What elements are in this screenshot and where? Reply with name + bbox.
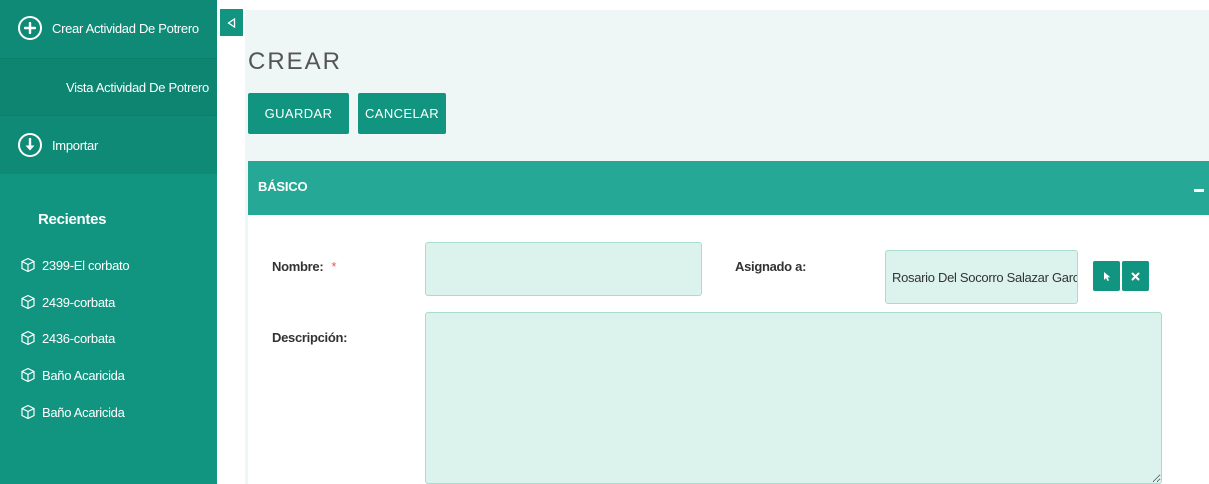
- panel-header[interactable]: BÁSICO: [248, 161, 1209, 215]
- triangle-left-icon: [227, 17, 236, 28]
- recent-item-label: 2439-corbata: [42, 294, 116, 310]
- page-title: CREAR: [248, 48, 343, 75]
- recent-item[interactable]: Baño Acaricida: [20, 367, 125, 383]
- clear-assignee-button[interactable]: [1122, 261, 1149, 291]
- cube-icon: [21, 367, 35, 383]
- recent-item[interactable]: 2399-El corbato: [20, 257, 130, 273]
- descripcion-label: Descripción:: [272, 330, 348, 345]
- asignado-field[interactable]: Rosario Del Socorro Salazar Garc: [885, 250, 1078, 304]
- select-assignee-button[interactable]: [1093, 261, 1120, 291]
- nombre-input[interactable]: [425, 242, 702, 296]
- sidebar-item-view-label: Vista Actividad De Potrero: [66, 79, 209, 95]
- asignado-label: Asignado a:: [735, 259, 807, 274]
- panel-title: BÁSICO: [258, 179, 308, 194]
- sidebar: Crear Actividad De Potrero Vista Activid…: [0, 0, 217, 484]
- descripcion-textarea[interactable]: [425, 312, 1162, 484]
- cancel-button[interactable]: CANCELAR: [358, 93, 446, 134]
- cube-icon: [21, 330, 35, 346]
- recent-item[interactable]: Baño Acaricida: [20, 404, 125, 420]
- arrow-down-circle-icon: [18, 133, 42, 157]
- recent-item[interactable]: 2436-corbata: [20, 330, 115, 346]
- recent-item[interactable]: 2439-corbata: [20, 294, 115, 310]
- recent-item-label: Baño Acaricida: [42, 367, 125, 383]
- nombre-label-text: Nombre:: [272, 259, 324, 274]
- save-button[interactable]: GUARDAR: [248, 93, 349, 134]
- cube-icon: [21, 404, 35, 420]
- required-asterisk: *: [331, 259, 337, 274]
- minus-icon[interactable]: [1192, 175, 1206, 199]
- sidebar-item-import-label: Importar: [52, 137, 99, 153]
- basic-panel: BÁSICO Nombre: * Asignado a: Rosario Del …: [248, 161, 1209, 484]
- cube-icon: [21, 257, 35, 273]
- nombre-label: Nombre: *: [272, 259, 336, 274]
- sidebar-item-create[interactable]: Crear Actividad De Potrero: [0, 8, 217, 48]
- recent-item-label: 2399-El corbato: [42, 257, 130, 273]
- cursor-arrow-icon: [1103, 271, 1110, 281]
- plus-circle-icon: [18, 16, 42, 40]
- sidebar-item-import[interactable]: Importar: [0, 120, 217, 170]
- cube-icon: [21, 294, 35, 310]
- sidebar-item-create-label: Crear Actividad De Potrero: [52, 20, 199, 36]
- recent-item-label: 2436-corbata: [42, 330, 116, 346]
- close-icon: [1131, 272, 1140, 280]
- main-content: CREAR GUARDAR CANCELAR BÁSICO Nombre: * A…: [245, 10, 1209, 484]
- recent-section-title: Recientes: [38, 211, 107, 228]
- sidebar-item-view[interactable]: Vista Actividad De Potrero: [0, 58, 217, 116]
- recent-item-label: Baño Acaricida: [42, 404, 125, 420]
- sidebar-collapse-button[interactable]: [220, 9, 243, 36]
